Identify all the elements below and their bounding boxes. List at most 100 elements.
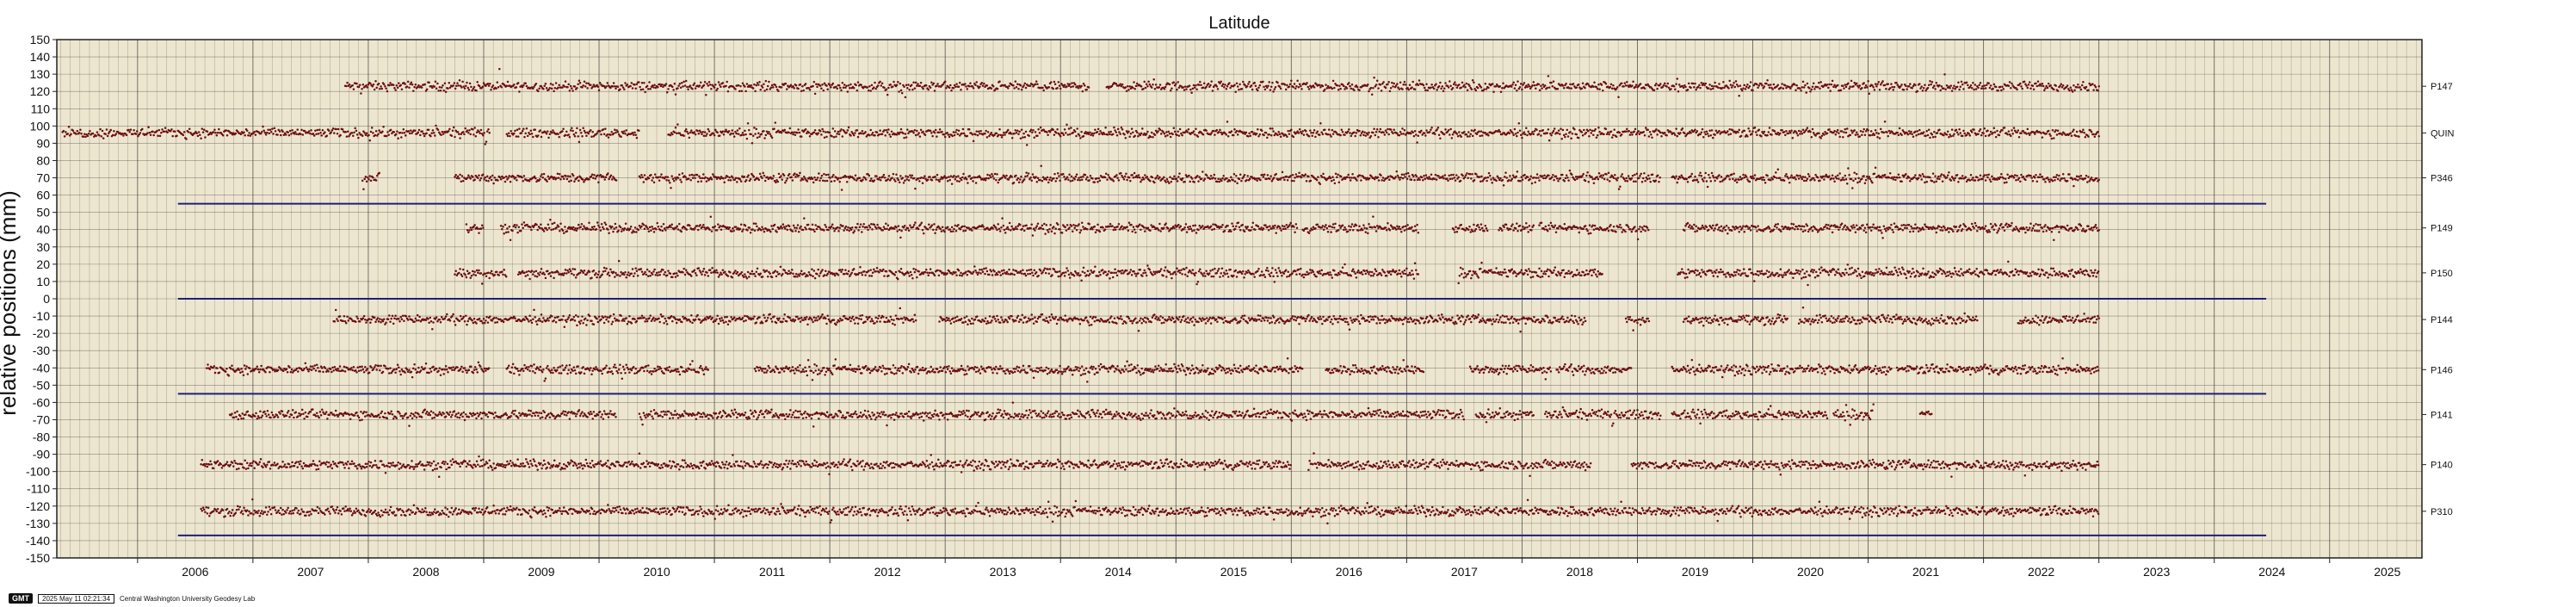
data-point xyxy=(1751,133,1753,135)
data-point xyxy=(744,130,746,133)
data-point xyxy=(570,129,572,132)
data-point xyxy=(1467,135,1469,138)
data-point xyxy=(883,87,886,90)
data-point xyxy=(1151,132,1153,134)
data-point xyxy=(780,175,782,177)
data-point xyxy=(1430,87,1432,90)
data-point xyxy=(1300,133,1303,135)
data-point xyxy=(1466,172,1468,175)
data-point xyxy=(712,173,714,176)
data-point xyxy=(378,83,380,85)
data-point xyxy=(613,133,615,135)
data-point xyxy=(925,84,928,87)
data-point xyxy=(1107,174,1109,177)
data-point xyxy=(429,135,432,138)
data-point xyxy=(905,136,908,139)
data-point xyxy=(660,173,663,176)
data-point xyxy=(1013,133,1016,135)
data-point xyxy=(225,129,228,132)
data-point xyxy=(598,89,601,91)
data-point xyxy=(891,177,893,179)
data-point xyxy=(1473,129,1476,132)
data-point xyxy=(607,133,609,136)
data-point xyxy=(1076,127,1078,130)
data-point xyxy=(1446,177,1449,180)
data-point xyxy=(1859,84,1862,87)
data-point xyxy=(896,84,899,86)
data-point xyxy=(1591,132,1593,134)
data-point xyxy=(1349,177,1351,179)
data-point xyxy=(1021,89,1023,91)
data-point xyxy=(884,177,886,179)
data-point xyxy=(1531,183,1534,185)
data-point xyxy=(1424,177,1426,180)
data-point xyxy=(203,128,206,131)
data-point xyxy=(1387,176,1390,178)
data-point xyxy=(1898,134,1900,137)
data-point xyxy=(924,175,926,177)
data-point xyxy=(1350,177,1353,179)
data-point xyxy=(1850,80,1853,83)
data-point xyxy=(1812,128,1814,131)
data-point xyxy=(188,131,190,133)
data-point xyxy=(710,88,713,90)
data-point xyxy=(766,131,769,133)
data-point xyxy=(819,130,822,133)
data-point xyxy=(235,133,238,135)
data-point xyxy=(1792,137,1795,139)
data-point xyxy=(451,135,454,138)
data-point xyxy=(347,130,349,133)
data-point xyxy=(904,180,906,183)
data-point xyxy=(675,127,677,129)
data-point xyxy=(1175,83,1177,85)
data-point xyxy=(509,175,511,177)
data-point xyxy=(1718,83,1720,85)
data-point xyxy=(1699,133,1702,136)
data-point xyxy=(1202,170,1204,173)
data-point xyxy=(469,133,472,136)
data-point xyxy=(546,133,548,135)
data-point xyxy=(538,87,541,90)
data-point xyxy=(2085,136,2087,139)
data-point xyxy=(839,87,842,90)
data-point xyxy=(500,86,503,89)
data-point xyxy=(1108,131,1110,133)
data-point xyxy=(1186,131,1189,133)
data-point xyxy=(590,176,593,178)
data-point xyxy=(457,176,460,178)
data-point xyxy=(1035,176,1037,178)
data-point xyxy=(486,176,489,178)
data-point xyxy=(506,133,509,136)
data-point xyxy=(1015,80,1017,83)
data-point xyxy=(1699,87,1702,90)
data-point xyxy=(1007,129,1010,132)
data-point xyxy=(1714,82,1716,84)
data-point xyxy=(890,136,893,139)
data-point xyxy=(1372,132,1374,134)
data-point xyxy=(890,84,893,86)
data-point xyxy=(1920,85,1923,88)
data-point xyxy=(1610,131,1613,133)
data-point xyxy=(1449,178,1452,181)
data-point xyxy=(1271,82,1274,84)
data-point xyxy=(836,133,838,135)
data-point xyxy=(516,129,519,132)
data-point xyxy=(983,83,985,85)
data-point xyxy=(1866,86,1869,89)
data-point xyxy=(1169,176,1171,178)
data-point xyxy=(442,90,445,92)
data-point xyxy=(608,178,610,181)
data-point xyxy=(1058,175,1060,177)
data-point xyxy=(1325,84,1327,86)
data-point xyxy=(1576,133,1578,136)
data-point xyxy=(1938,129,1941,132)
data-point xyxy=(1648,177,1651,180)
data-point xyxy=(674,83,676,85)
data-point xyxy=(1512,82,1515,84)
data-point xyxy=(1969,134,1972,137)
data-point xyxy=(1620,175,1622,177)
data-point xyxy=(798,175,800,177)
data-point xyxy=(1804,84,1807,87)
data-point xyxy=(1674,134,1677,137)
data-point xyxy=(375,87,378,90)
